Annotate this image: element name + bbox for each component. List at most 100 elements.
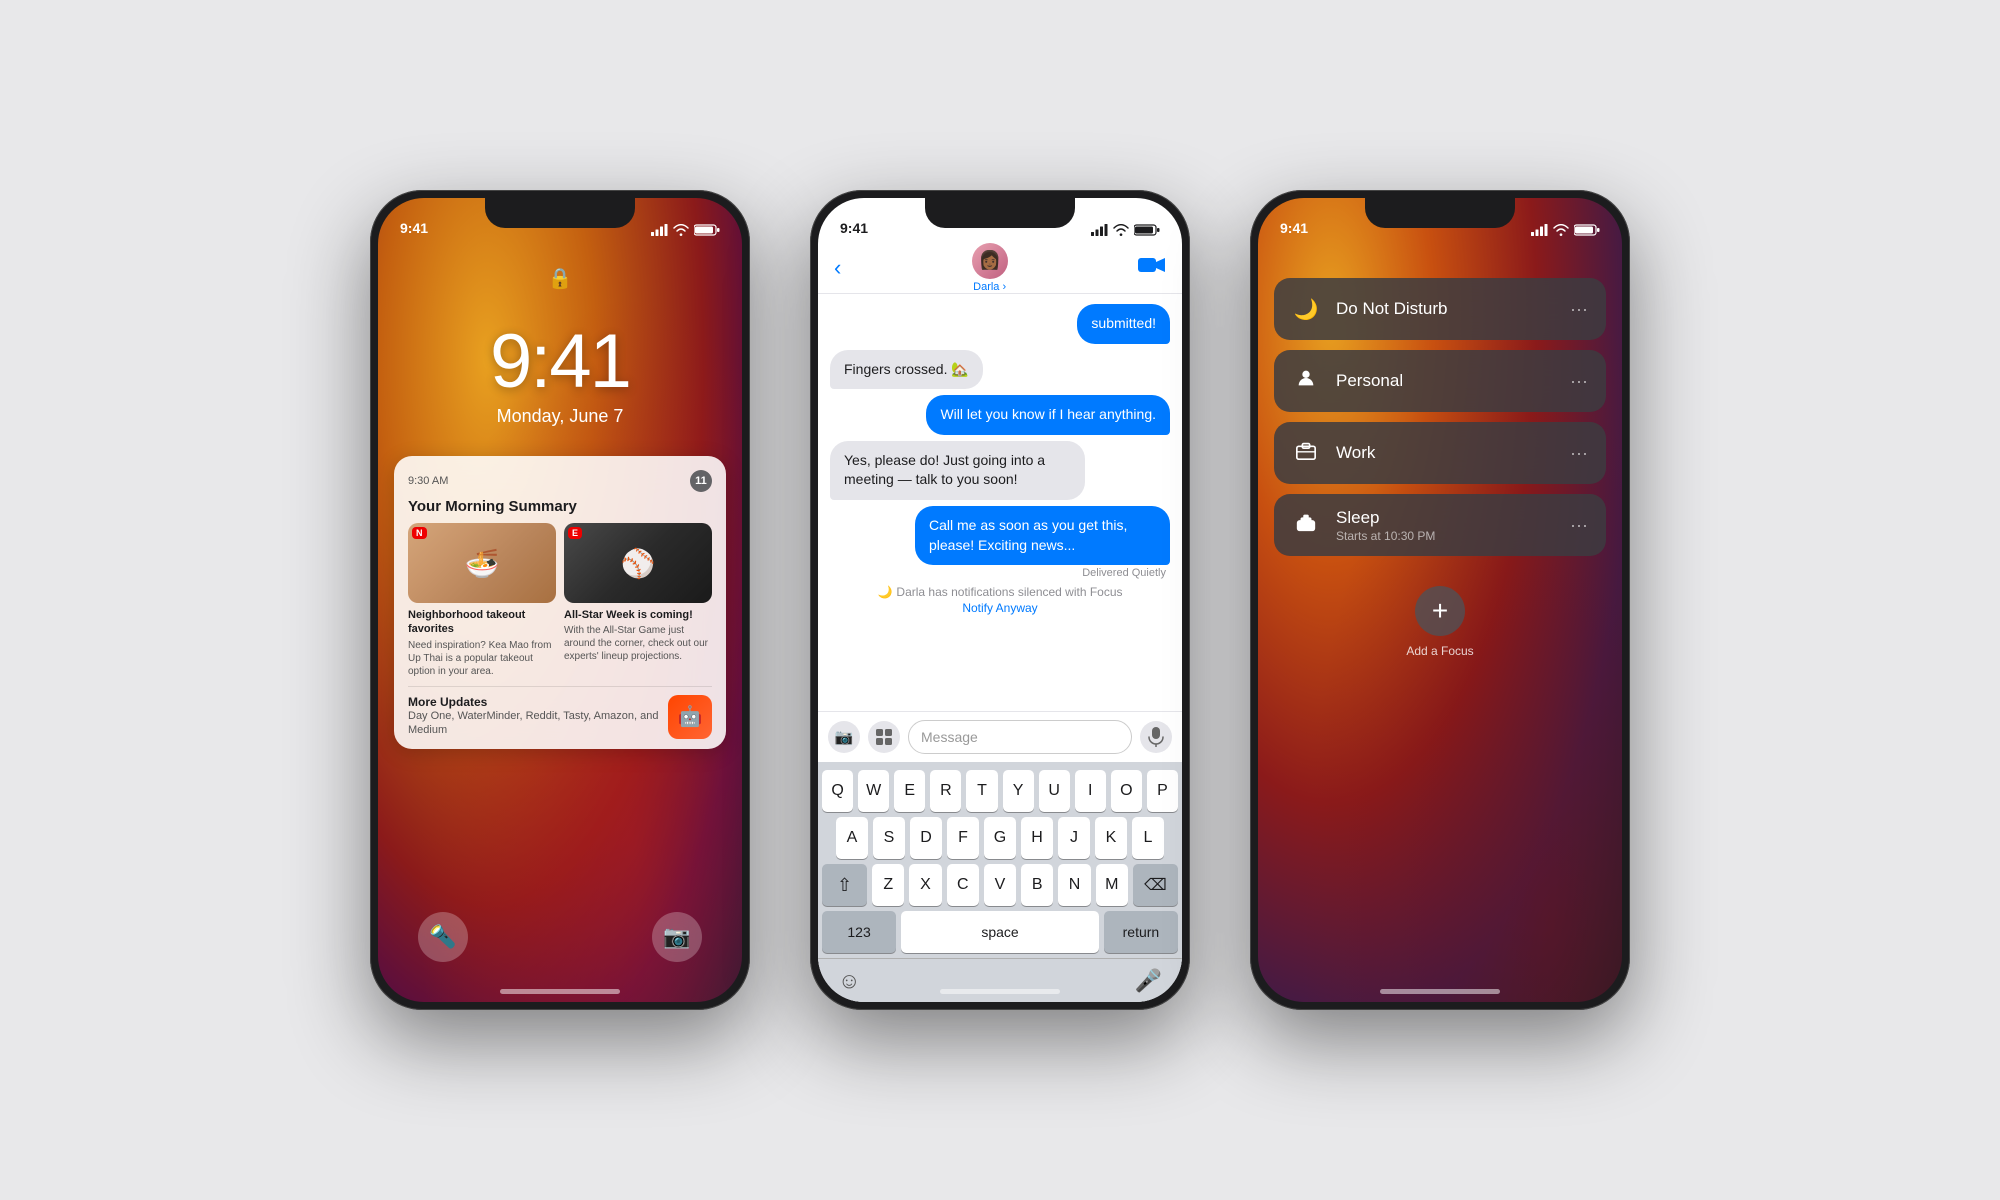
return-key[interactable]: return [1104,911,1178,953]
sleep-more-button[interactable]: ··· [1570,515,1588,536]
messages-phone: 9:41 [810,190,1190,1010]
status-icons [651,224,720,236]
key-P[interactable]: P [1147,770,1178,812]
add-focus-button[interactable]: + [1415,586,1465,636]
key-W[interactable]: W [858,770,889,812]
lock-date: Monday, June 7 [378,406,742,427]
message-input[interactable]: Message [908,720,1132,754]
focus-notice-text: Darla has notifications silenced with Fo… [896,585,1122,599]
key-N[interactable]: N [1058,864,1090,906]
key-I[interactable]: I [1075,770,1106,812]
contact-info[interactable]: 👩🏾 Darla › [972,243,1008,293]
focus-item-work-left: Work [1292,439,1375,467]
wifi-icon [1553,224,1569,236]
key-U[interactable]: U [1039,770,1070,812]
message-placeholder: Message [921,729,978,745]
lock-bottom-controls: 🔦 📷 [378,912,742,962]
article-2: E All-Star Week is coming! With the All-… [564,523,712,678]
dnd-more-button[interactable]: ··· [1570,299,1588,320]
key-T[interactable]: T [966,770,997,812]
key-D[interactable]: D [910,817,942,859]
key-O[interactable]: O [1111,770,1142,812]
notif-count: 11 [690,470,712,492]
moon-icon: 🌙 [877,585,892,599]
add-focus-container: + Add a Focus [1274,586,1606,658]
keyboard-row-1: Q W E R T Y U I O P [822,770,1178,812]
focus-item-work[interactable]: Work ··· [1274,422,1606,484]
key-J[interactable]: J [1058,817,1090,859]
notif-time: 9:30 AM [408,475,448,487]
key-G[interactable]: G [984,817,1016,859]
key-V[interactable]: V [984,864,1016,906]
emoji-button[interactable]: ☺ [838,968,860,994]
lock-screen-phone: 9:41 🔒 [370,190,750,1010]
notch [1365,198,1515,228]
messages-nav: ‹ 👩🏾 Darla › [818,242,1182,294]
personal-more-button[interactable]: ··· [1570,371,1588,392]
flashlight-button[interactable]: 🔦 [418,912,468,962]
space-key[interactable]: space [901,911,1099,953]
keyboard: Q W E R T Y U I O P A S D F G H J K [818,762,1182,1002]
message-input-area: 📷 Message [818,711,1182,762]
moon-icon: 🌙 [1292,297,1320,322]
mic-button[interactable]: 🎤 [1135,968,1162,994]
back-arrow-icon: ‹ [834,255,841,281]
sent-bubble-3: Call me as soon as you get this, please!… [915,506,1170,565]
article-1: N Neighborhood takeout favorites Need in… [408,523,556,678]
focus-sublabel-sleep: Starts at 10:30 PM [1336,529,1435,543]
notch [925,198,1075,228]
article-1-body: Need inspiration? Kea Mao from Up Thai i… [408,639,556,678]
notify-anyway-button[interactable]: Notify Anyway [962,601,1037,615]
focus-item-sleep[interactable]: Sleep Starts at 10:30 PM ··· [1274,494,1606,556]
sent-bubble-2: Will let you know if I hear anything. [926,395,1170,435]
key-B[interactable]: B [1021,864,1053,906]
audio-button[interactable] [1140,721,1172,753]
battery-icon [694,224,720,236]
home-indicator [500,989,620,994]
focus-item-sleep-left: Sleep Starts at 10:30 PM [1292,508,1435,543]
signal-icon [1531,224,1548,236]
contact-avatar: 👩🏾 [972,243,1008,279]
key-F[interactable]: F [947,817,979,859]
key-L[interactable]: L [1132,817,1164,859]
key-A[interactable]: A [836,817,868,859]
status-icons [1091,224,1160,236]
key-E[interactable]: E [894,770,925,812]
camera-button[interactable]: 📷 [652,912,702,962]
battery-icon [1134,224,1160,236]
camera-button[interactable]: 📷 [828,721,860,753]
key-M[interactable]: M [1096,864,1128,906]
wifi-icon [673,224,689,236]
apps-button[interactable] [868,721,900,753]
key-C[interactable]: C [947,864,979,906]
contact-name: Darla › [973,281,1006,293]
key-S[interactable]: S [873,817,905,859]
keyboard-row-2: A S D F G H J K L [822,817,1178,859]
shift-key[interactable]: ⇧ [822,864,867,906]
lock-time: 9:41 [378,318,742,405]
delete-key[interactable]: ⌫ [1133,864,1178,906]
focus-label-personal: Personal [1336,371,1403,391]
focus-phone: 9:41 [1250,190,1630,1010]
numbers-key[interactable]: 123 [822,911,896,953]
key-K[interactable]: K [1095,817,1127,859]
notif-articles: N Neighborhood takeout favorites Need in… [408,523,712,678]
key-Q[interactable]: Q [822,770,853,812]
lock-icon: 🔒 [548,266,573,291]
work-more-button[interactable]: ··· [1570,443,1588,464]
key-X[interactable]: X [909,864,941,906]
back-button[interactable]: ‹ [834,255,841,281]
status-time: 9:41 [1280,220,1308,236]
focus-item-personal[interactable]: Personal ··· [1274,350,1606,412]
focus-item-dnd[interactable]: 🌙 Do Not Disturb ··· [1274,278,1606,340]
video-call-button[interactable] [1138,255,1166,281]
key-H[interactable]: H [1021,817,1053,859]
notif-more-title: More Updates [408,695,660,709]
key-Y[interactable]: Y [1003,770,1034,812]
key-R[interactable]: R [930,770,961,812]
article-2-body: With the All-Star Game just around the c… [564,624,712,663]
news-logo-2: E [568,527,582,539]
keyboard-row-3: ⇧ Z X C V B N M ⌫ [822,864,1178,906]
focus-notice: 🌙 Darla has notifications silenced with … [877,585,1122,615]
key-Z[interactable]: Z [872,864,904,906]
